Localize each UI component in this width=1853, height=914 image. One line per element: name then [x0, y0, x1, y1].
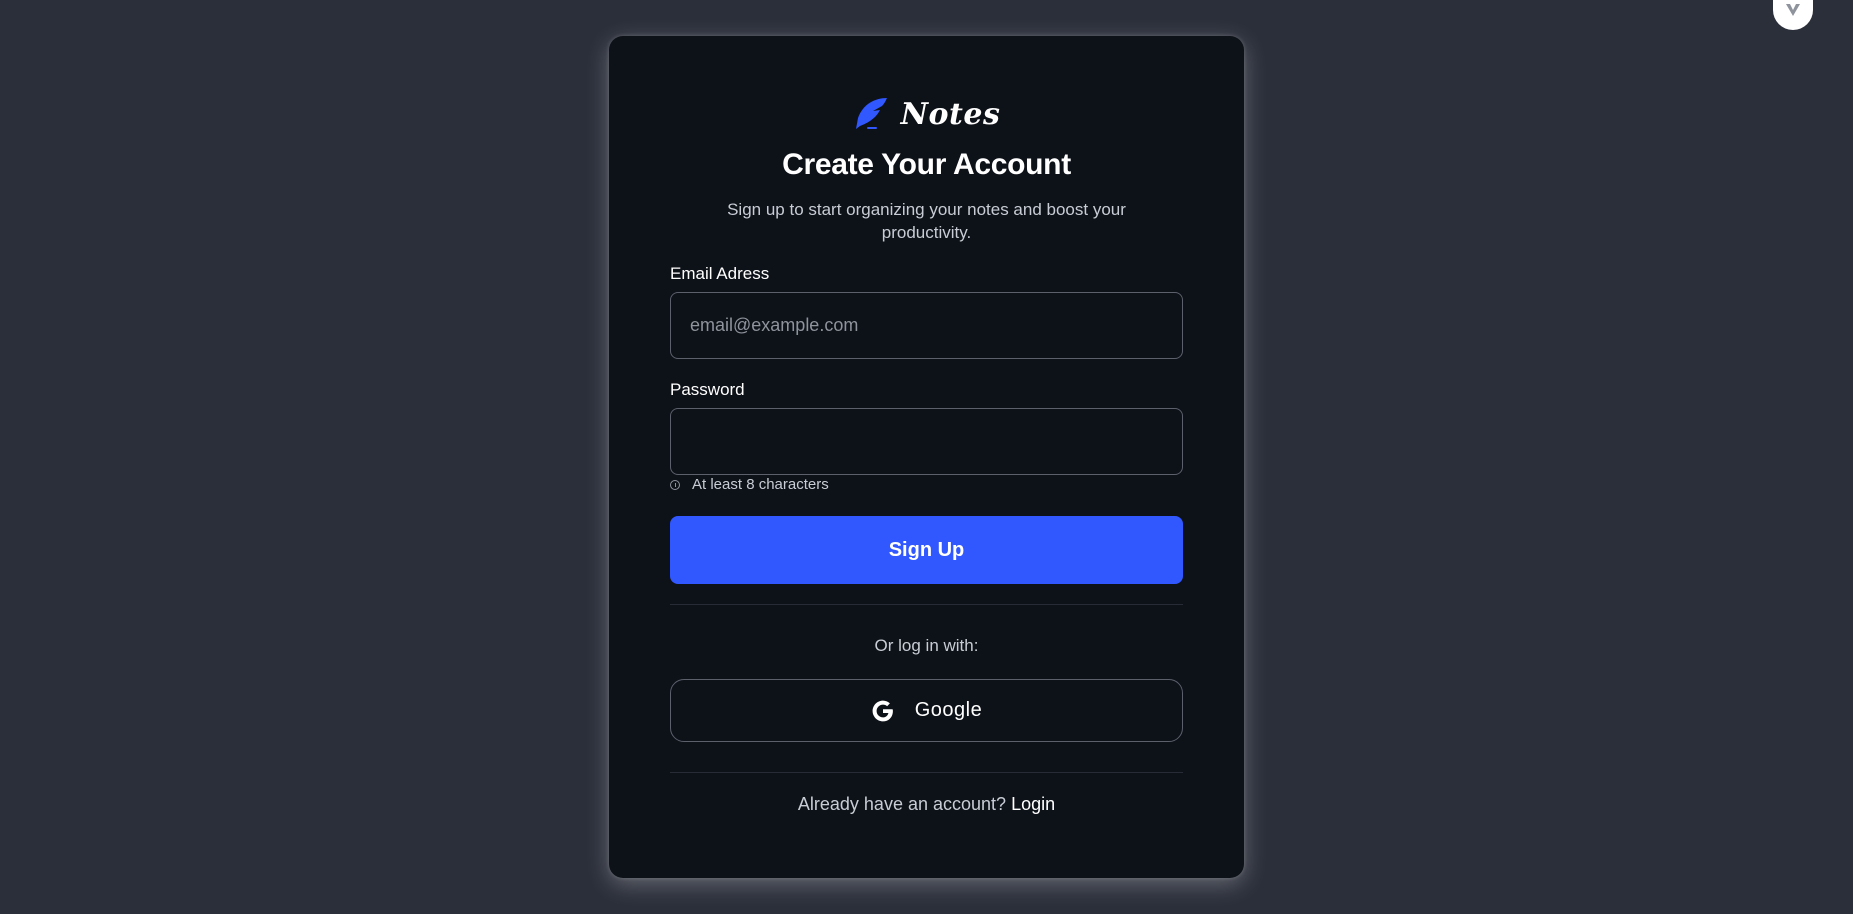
page-subtitle: Sign up to start organizing your notes a…	[727, 200, 1126, 242]
password-field[interactable]	[670, 408, 1183, 475]
divider	[670, 772, 1183, 773]
google-login-button[interactable]: Google	[670, 679, 1183, 742]
password-hint: At least 8 characters	[670, 476, 1183, 493]
email-field[interactable]	[670, 292, 1183, 359]
google-g-icon	[872, 700, 893, 721]
login-prompt: Already have an account? Login	[670, 794, 1183, 815]
sign-up-button[interactable]: Sign Up	[670, 516, 1183, 584]
password-label: Password	[670, 380, 745, 399]
feather-pen-icon	[855, 98, 887, 129]
info-circle-icon	[670, 479, 680, 490]
signup-card: Notes Create Your Account Sign up to sta…	[609, 36, 1244, 878]
password-hint-text: At least 8 characters	[692, 476, 829, 493]
divider	[670, 604, 1183, 605]
devtools-toggle-button[interactable]	[1773, 0, 1813, 30]
already-account-text: Already have an account?	[797, 794, 1007, 814]
email-label: Email Adress	[670, 264, 770, 283]
page-title: Create Your Account	[782, 148, 1071, 181]
or-login-text: Or log in with:	[874, 636, 979, 655]
logo-text: Notes	[900, 96, 1001, 132]
chevron-down-icon	[1786, 4, 1800, 16]
google-button-label: Google	[914, 699, 983, 721]
login-link[interactable]: Login	[1011, 794, 1055, 814]
app-logo: Notes	[609, 96, 1244, 132]
